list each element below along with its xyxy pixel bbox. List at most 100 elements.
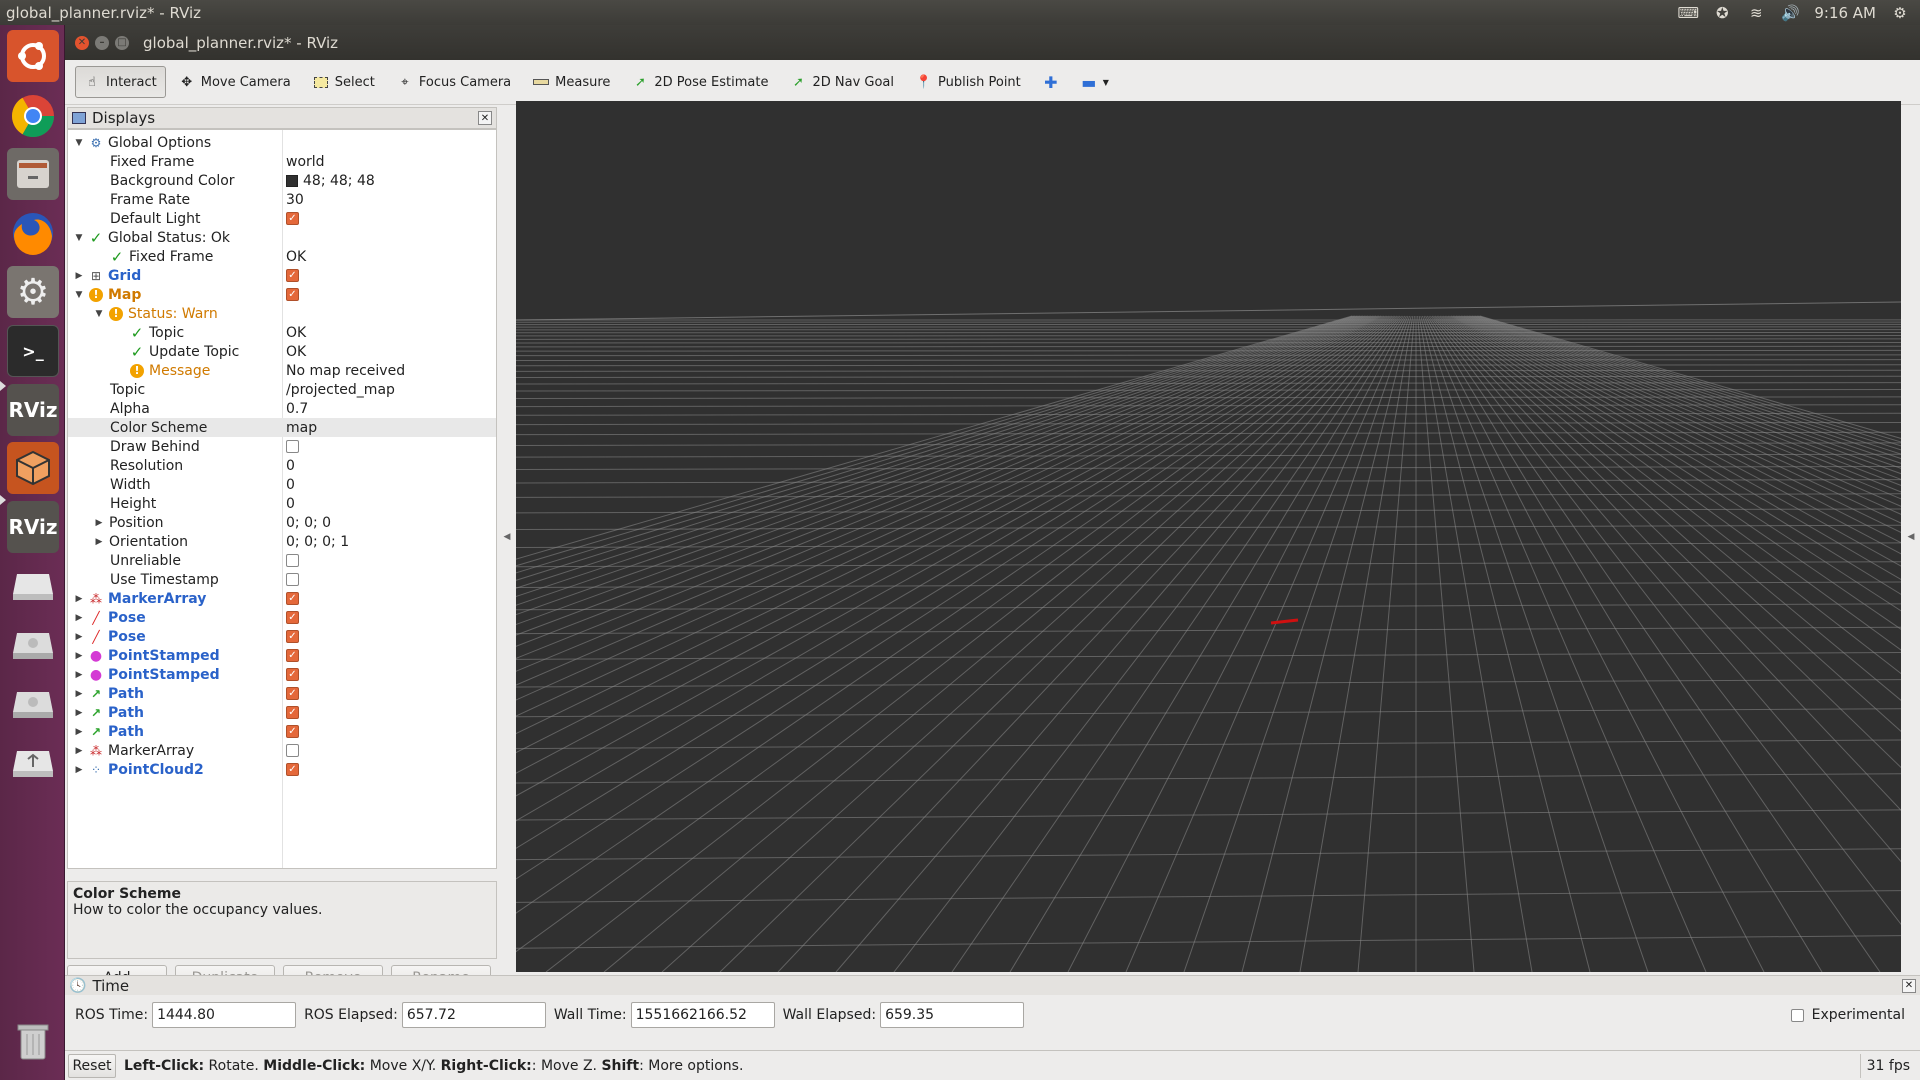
chrome-launcher[interactable] [7, 90, 59, 142]
right-splitter-handle[interactable]: ◀ [1903, 101, 1919, 972]
expand-arrow-icon[interactable]: ▶ [74, 632, 84, 642]
rviz-launcher[interactable]: RViz [7, 384, 59, 436]
drive-launcher-2[interactable] [7, 619, 59, 671]
tree-row-global-status[interactable]: ▼ ✓ Global Status: Ok [68, 228, 496, 247]
firefox-launcher[interactable] [7, 207, 59, 259]
experimental-option[interactable]: Experimental [1790, 1007, 1905, 1023]
close-window-button[interactable]: ✕ [75, 35, 89, 50]
unreliable-checkbox[interactable] [286, 554, 299, 567]
path-3-checkbox[interactable]: ✓ [286, 725, 299, 738]
expand-arrow-icon[interactable]: ▶ [74, 651, 84, 661]
tree-row-draw-behind[interactable]: Draw Behind [68, 437, 496, 456]
tree-row-grid[interactable]: ▶ ⊞ Grid ✓ [68, 266, 496, 285]
pointstamped-checkbox[interactable]: ✓ [286, 649, 299, 662]
tree-row-frame-rate[interactable]: Frame Rate 30 [68, 190, 496, 209]
wall-elapsed-field[interactable]: 659.35 [880, 1002, 1025, 1028]
expand-arrow-icon[interactable]: ▶ [94, 518, 104, 528]
expand-arrow-icon[interactable]: ▼ [94, 309, 104, 319]
reset-button[interactable]: Reset [68, 1053, 116, 1078]
expand-arrow-icon[interactable]: ▶ [74, 727, 84, 737]
tree-row-fixed-frame[interactable]: Fixed Frame world [68, 152, 496, 171]
focus-camera-tool-button[interactable]: ⌖ Focus Camera [388, 66, 520, 98]
tree-row-global-options[interactable]: ▼ ⚙ Global Options [68, 133, 496, 152]
color-swatch[interactable] [286, 174, 298, 187]
tree-row-pose-2[interactable]: ▶ ╱ Pose ✓ [68, 627, 496, 646]
remove-tool-menu-button[interactable]: ▬ ▼ [1072, 66, 1118, 98]
virtualbox-launcher[interactable] [7, 442, 59, 494]
tree-row-background-color[interactable]: Background Color 48; 48; 48 [68, 171, 496, 190]
grid-checkbox[interactable]: ✓ [286, 269, 299, 282]
tree-row-path[interactable]: ▶ ↗ Path ✓ [68, 684, 496, 703]
publish-point-tool-button[interactable]: 📍 Publish Point [907, 66, 1030, 98]
drive-launcher-3[interactable] [7, 678, 59, 730]
tree-row-message[interactable]: ! Message No map received [68, 361, 496, 380]
close-panel-button[interactable]: ✕ [478, 111, 492, 125]
tree-row-height[interactable]: Height 0 [68, 494, 496, 513]
path-checkbox[interactable]: ✓ [286, 687, 299, 700]
ubuntu-dash-button[interactable] [7, 30, 59, 82]
tree-row-position[interactable]: ▶ Position 0; 0; 0 [68, 513, 496, 532]
tree-row-topic[interactable]: Topic /projected_map [68, 380, 496, 399]
tree-row-pointstamped[interactable]: ▶ ● PointStamped ✓ [68, 646, 496, 665]
tree-row-pointstamped-2[interactable]: ▶ ● PointStamped ✓ [68, 665, 496, 684]
chat-icon[interactable]: ✪ [1712, 4, 1732, 22]
trash-launcher[interactable] [7, 1015, 59, 1067]
tree-row-pose[interactable]: ▶ ╱ Pose ✓ [68, 608, 496, 627]
tree-row-pointcloud2[interactable]: ▶ ⁘ PointCloud2 ✓ [68, 760, 496, 779]
expand-arrow-icon[interactable]: ▼ [74, 290, 84, 300]
tree-row-path-3[interactable]: ▶ ↗ Path ✓ [68, 722, 496, 741]
drive-launcher-1[interactable] [7, 560, 59, 612]
gear-icon[interactable]: ⚙ [1890, 4, 1910, 22]
keyboard-icon[interactable]: ⌨ [1678, 4, 1700, 22]
tree-row-use-timestamp[interactable]: Use Timestamp [68, 570, 496, 589]
expand-arrow-icon[interactable]: ▶ [74, 746, 84, 756]
ros-time-field[interactable]: 1444.80 [152, 1002, 297, 1028]
maximize-window-button[interactable]: □ [115, 35, 129, 50]
pose-2-checkbox[interactable]: ✓ [286, 630, 299, 643]
markerarray-2-checkbox[interactable] [286, 744, 299, 757]
experimental-checkbox[interactable] [1790, 1008, 1804, 1022]
tree-row-status-topic[interactable]: ✓ Topic OK [68, 323, 496, 342]
expand-arrow-icon[interactable]: ▶ [74, 670, 84, 680]
usb-drive-launcher[interactable] [7, 737, 59, 789]
move-camera-tool-button[interactable]: ✥ Move Camera [170, 66, 300, 98]
tree-row-path-2[interactable]: ▶ ↗ Path ✓ [68, 703, 496, 722]
left-splitter-handle[interactable]: ◀ [499, 101, 515, 972]
expand-arrow-icon[interactable]: ▶ [74, 594, 84, 604]
files-launcher[interactable] [7, 148, 59, 200]
pointstamped-2-checkbox[interactable]: ✓ [286, 668, 299, 681]
terminal-launcher[interactable]: >_ [7, 325, 59, 377]
rviz-launcher-2[interactable]: RViz [7, 501, 59, 553]
3d-render-view[interactable] [516, 101, 1901, 972]
expand-arrow-icon[interactable]: ▶ [74, 613, 84, 623]
pointcloud2-checkbox[interactable]: ✓ [286, 763, 299, 776]
tree-row-map[interactable]: ▼! Map ✓ [68, 285, 496, 304]
system-settings-launcher[interactable]: ⚙ [7, 266, 59, 318]
wifi-icon[interactable]: ≋ [1746, 4, 1766, 22]
tree-row-color-scheme[interactable]: Color Scheme map [68, 418, 496, 437]
expand-arrow-icon[interactable]: ▶ [74, 765, 84, 775]
add-tool-button[interactable]: ✚ [1034, 66, 1068, 98]
measure-tool-button[interactable]: Measure [524, 66, 619, 98]
tree-row-default-light[interactable]: Default Light ✓ [68, 209, 496, 228]
use-timestamp-checkbox[interactable] [286, 573, 299, 586]
draw-behind-checkbox[interactable] [286, 440, 299, 453]
expand-arrow-icon[interactable]: ▶ [94, 537, 104, 547]
displays-tree[interactable]: ▼ ⚙ Global Options Fixed Frame world Backg… [67, 129, 497, 869]
tree-row-update-topic[interactable]: ✓ Update Topic OK [68, 342, 496, 361]
close-time-panel-button[interactable]: ✕ [1902, 978, 1916, 993]
expand-arrow-icon[interactable]: ▶ [74, 689, 84, 699]
clock[interactable]: 9:16 AM [1814, 4, 1876, 22]
map-checkbox[interactable]: ✓ [286, 288, 299, 301]
markerarray-checkbox[interactable]: ✓ [286, 592, 299, 605]
tree-row-width[interactable]: Width 0 [68, 475, 496, 494]
expand-arrow-icon[interactable]: ▶ [74, 708, 84, 718]
path-2-checkbox[interactable]: ✓ [286, 706, 299, 719]
expand-arrow-icon[interactable]: ▼ [74, 233, 84, 243]
2d-nav-goal-tool-button[interactable]: ➚ 2D Nav Goal [781, 66, 903, 98]
default-light-checkbox[interactable]: ✓ [286, 212, 299, 225]
minimize-window-button[interactable]: – [95, 35, 109, 50]
wall-time-field[interactable]: 1551662166.52 [630, 1002, 775, 1028]
2d-pose-estimate-tool-button[interactable]: ➚ 2D Pose Estimate [623, 66, 777, 98]
tree-row-markerarray[interactable]: ▶ ⁂ MarkerArray ✓ [68, 589, 496, 608]
